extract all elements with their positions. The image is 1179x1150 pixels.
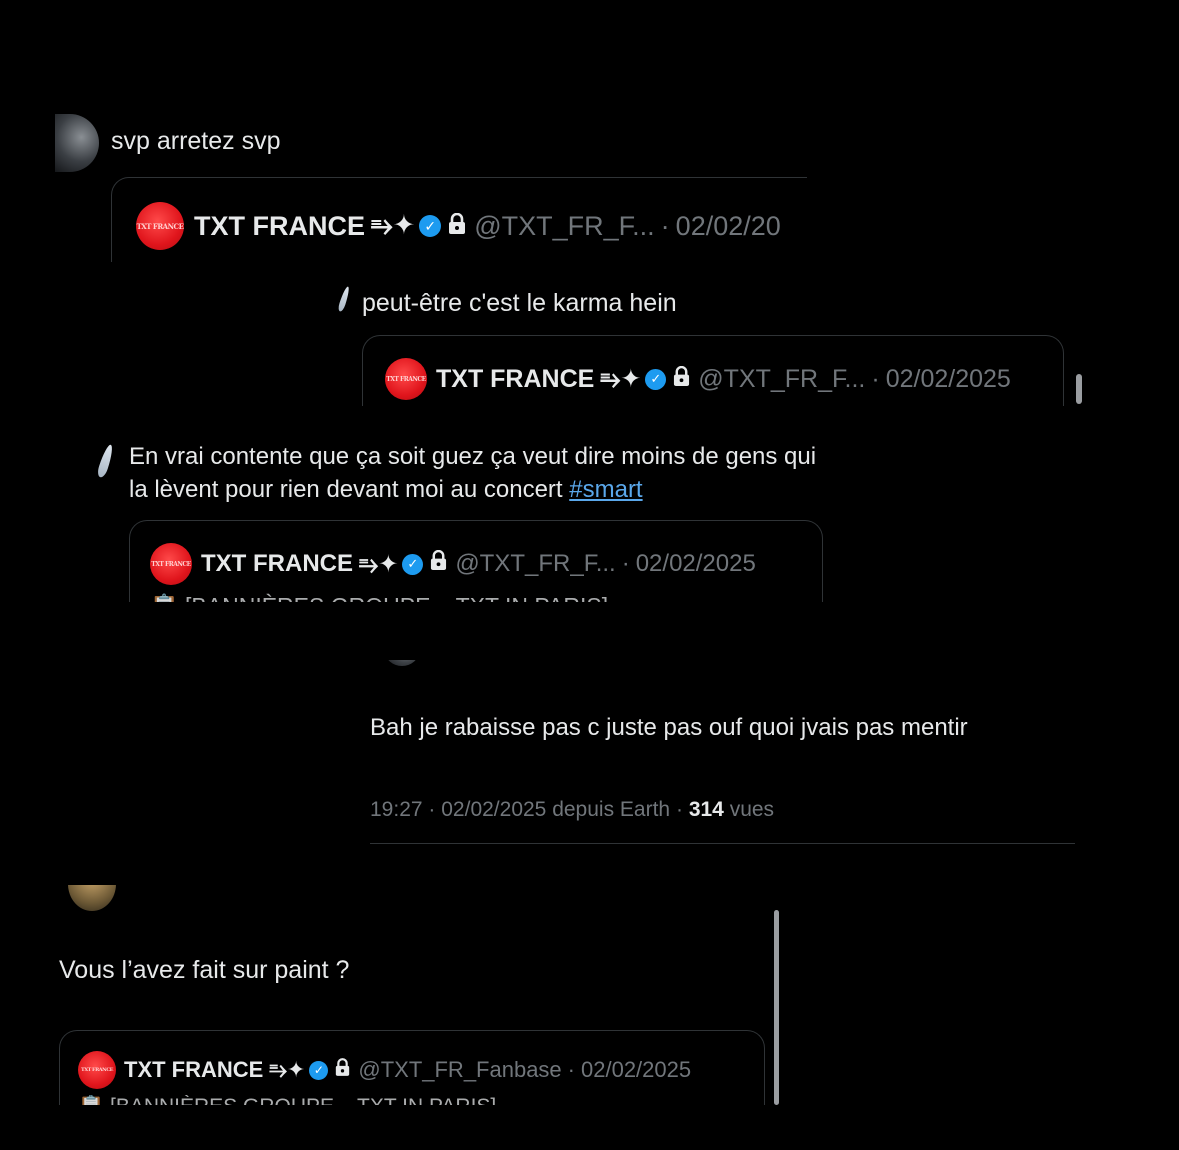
account-handle: @TXT_FR_F... [698,364,866,393]
name-decoration: ⥱✦ [600,365,642,393]
account-name: TXT FRANCE [194,210,365,241]
verified-badge-icon: ✓ [309,1060,329,1080]
screenshot-crop-2: peut-être c'est le karma hein TXT FRANCE… [335,272,1095,406]
quote-card[interactable]: TXT FRANCE TXT FRANCE ⥱✦ ✓ @TXT_FR_F... … [111,177,807,262]
account-logo: TXT FRANCE [78,1051,116,1089]
avatar[interactable] [68,885,116,911]
post-date: 02/02/20 [675,210,781,241]
post-date[interactable]: 02/02/2025 [441,798,546,821]
account-handle: @TXT_FR_Fanbase [358,1057,562,1082]
reply-text: Bah je rabaisse pas c juste pas ouf quoi… [370,714,968,741]
quoted-preview-text: 📋 [BANNIÈRES GROUPE – TXT IN PARIS] [78,1095,496,1105]
verified-badge-icon: ✓ [419,215,442,237]
quote-card[interactable]: TXT FRANCE TXT FRANCE ⥱✦ ✓ @TXT_FR_Fanba… [59,1030,765,1105]
name-decoration: ⥱✦ [359,550,399,578]
post-source: depuis Earth [552,798,671,821]
quote-header: TXT FRANCE TXT FRANCE ⥱✦ ✓ @TXT_FR_F... … [385,358,1011,400]
quote-card[interactable]: TXT FRANCE TXT FRANCE ⥱✦ ✓ @TXT_FR_F... … [362,335,1064,406]
avatar-feather-icon[interactable] [337,285,351,313]
divider [370,843,1075,844]
reply-text: Vous l’avez fait sur paint ? [59,956,350,984]
reply-text: svp arretez svp [111,127,281,155]
avatar[interactable] [385,660,419,666]
lock-icon [673,365,690,394]
account-logo: TXT FRANCE [150,543,192,585]
scrollbar[interactable] [1076,374,1082,404]
screenshot-crop-5: Vous l’avez fait sur paint ? TXT FRANCE … [40,885,785,1105]
screenshot-crop-1: svp arretez svp TXT FRANCE TXT FRANCE ⥱✦… [55,100,807,262]
account-name: TXT FRANCE [201,550,353,577]
lock-icon [430,549,447,578]
lock-icon [448,211,466,242]
reply-text: En vrai contente que ça soit guez ça veu… [129,443,817,503]
account-logo: TXT FRANCE [385,358,427,400]
account-logo: TXT FRANCE [136,202,184,250]
account-name: TXT FRANCE [124,1057,264,1082]
post-date: 02/02/2025 [885,364,1011,393]
views-count: 314 [688,798,724,821]
quoted-preview-text: 📋 [BANNIÈRES GROUPE – TXT IN PARIS] [150,593,608,602]
quote-header: TXT FRANCE TXT FRANCE ⥱✦ ✓ @TXT_FR_F... … [150,543,756,585]
avatar-feather-icon[interactable] [95,443,116,479]
lock-icon [335,1057,350,1083]
quote-header: TXT FRANCE TXT FRANCE ⥱✦ ✓ @TXT_FR_F... … [136,202,781,250]
verified-badge-icon: ✓ [645,368,667,390]
scrollbar[interactable] [774,910,779,1105]
name-decoration: ⥱✦ [269,1057,306,1082]
post-meta: 19:27 · 02/02/2025 depuis Earth · 314 vu… [370,798,775,821]
name-decoration: ⥱✦ [371,210,416,240]
verified-badge-icon: ✓ [402,553,424,575]
post-date: 02/02/2025 [581,1057,692,1082]
reply-text: peut-être c'est le karma hein [362,289,677,317]
account-name: TXT FRANCE [436,364,595,393]
account-handle: @TXT_FR_F... [474,210,655,241]
quote-card[interactable]: TXT FRANCE TXT FRANCE ⥱✦ ✓ @TXT_FR_F... … [129,520,823,602]
views-label: vues [729,798,775,821]
screenshot-crop-3: En vrai contente que ça soit guez ça veu… [95,430,830,602]
avatar[interactable] [55,114,99,172]
quote-header: TXT FRANCE TXT FRANCE ⥱✦ ✓ @TXT_FR_Fanba… [78,1051,691,1089]
account-handle: @TXT_FR_F... [455,550,616,577]
hashtag-link[interactable]: #smart [569,476,642,503]
screenshot-crop-4: Bah je rabaisse pas c juste pas ouf quoi… [355,660,1085,870]
post-time[interactable]: 19:27 [370,798,423,821]
post-date: 02/02/2025 [635,550,756,577]
